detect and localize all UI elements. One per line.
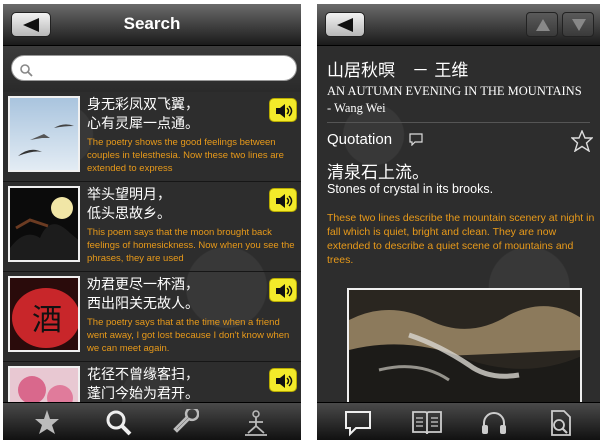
quote-description: These two lines describe the mountain sc… bbox=[327, 212, 595, 266]
list-item[interactable]: 举头望明月， 低头思故乡。 This poem says that the mo… bbox=[3, 182, 301, 272]
star-outline-icon bbox=[570, 129, 594, 153]
next-button[interactable] bbox=[562, 12, 594, 37]
tab-bar bbox=[317, 402, 600, 440]
back-arrow-icon bbox=[337, 18, 353, 32]
tab-search[interactable] bbox=[88, 403, 148, 440]
play-audio-button[interactable] bbox=[269, 278, 297, 302]
search-results-list: 身无彩凤双飞翼， 心有灵犀一点通。 The poetry shows the g… bbox=[3, 92, 301, 440]
tab-audio[interactable] bbox=[463, 403, 523, 440]
speech-bubble-icon bbox=[409, 131, 423, 150]
divider bbox=[327, 122, 590, 123]
svg-text:酒: 酒 bbox=[32, 303, 62, 338]
section-heading: Quotation bbox=[327, 131, 393, 148]
meditation-icon bbox=[245, 410, 267, 436]
poem-title-chinese: 山居秋暝 － 王维 bbox=[327, 61, 469, 81]
navigation-bar bbox=[317, 4, 600, 46]
search-screen: Search 身无彩凤双飞翼， 心有灵犀一点通。 The poetry show… bbox=[3, 4, 301, 440]
list-item[interactable]: 身无彩凤双飞翼， 心有灵犀一点通。 The poetry shows the g… bbox=[3, 92, 301, 182]
poem-description: This poem says that the moon brought bac… bbox=[87, 227, 295, 264]
poem-description: The poetry says that at the time when a … bbox=[87, 317, 290, 354]
down-arrow-icon bbox=[572, 19, 586, 31]
play-audio-button[interactable] bbox=[269, 368, 297, 392]
back-button[interactable] bbox=[325, 12, 365, 37]
poem-lines: 身无彩凤双飞翼， 心有灵犀一点通。 bbox=[87, 97, 199, 132]
page-title: Search bbox=[123, 14, 181, 33]
speaker-icon bbox=[276, 194, 293, 208]
poem-lines: 举头望明月， 低头思故乡。 bbox=[87, 187, 171, 222]
speaker-icon bbox=[276, 374, 293, 388]
birds-in-sky-photo bbox=[8, 96, 80, 172]
speaker-icon bbox=[276, 284, 293, 298]
poem-lines: 花径不曾缘客扫， 蓬门今始为君开。 bbox=[87, 367, 199, 402]
tab-bar bbox=[3, 402, 301, 440]
play-audio-button[interactable] bbox=[269, 188, 297, 212]
speaker-icon bbox=[276, 104, 293, 118]
search-bar bbox=[3, 46, 301, 92]
headphones-icon bbox=[482, 412, 506, 434]
book-icon bbox=[412, 411, 442, 435]
play-audio-button[interactable] bbox=[269, 98, 297, 122]
list-item[interactable]: 酒 劝君更尽一杯酒， 西出阳关无故人。 The poetry says that… bbox=[3, 272, 301, 362]
quote-english: Stones of crystal in its brooks. bbox=[327, 182, 494, 196]
tab-book[interactable] bbox=[395, 403, 455, 440]
moon-night-photo bbox=[8, 186, 80, 262]
wrench-icon bbox=[173, 409, 199, 433]
poem-title-english: AN AUTUMN EVENING IN THE MOUNTAINS - Wan… bbox=[327, 84, 582, 115]
tab-meditation[interactable] bbox=[225, 403, 285, 440]
document-search-icon bbox=[551, 410, 571, 436]
star-icon bbox=[35, 410, 59, 434]
poem-lines: 劝君更尽一杯酒， 西出阳关无故人。 bbox=[87, 277, 199, 312]
search-input[interactable] bbox=[11, 55, 297, 81]
tab-document-search[interactable] bbox=[529, 403, 589, 440]
stream-over-rocks-photo bbox=[347, 288, 582, 406]
navigation-bar: Search bbox=[3, 4, 301, 46]
search-icon bbox=[106, 410, 132, 436]
speech-bubble-icon bbox=[345, 411, 371, 437]
previous-button[interactable] bbox=[526, 12, 558, 37]
poem-description: The poetry shows the good feelings betwe… bbox=[87, 137, 284, 174]
tab-quotation[interactable] bbox=[327, 403, 387, 440]
poem-detail-screen: 山居秋暝 － 王维 AN AUTUMN EVENING IN THE MOUNT… bbox=[317, 4, 600, 440]
tab-favorites[interactable] bbox=[17, 403, 77, 440]
quote-chinese: 清泉石上流。 bbox=[327, 163, 429, 183]
tab-settings[interactable] bbox=[156, 403, 216, 440]
search-icon bbox=[20, 62, 33, 81]
favorite-star-button[interactable] bbox=[570, 129, 594, 156]
up-arrow-icon bbox=[536, 19, 550, 31]
wine-lantern-photo: 酒 bbox=[8, 276, 80, 352]
